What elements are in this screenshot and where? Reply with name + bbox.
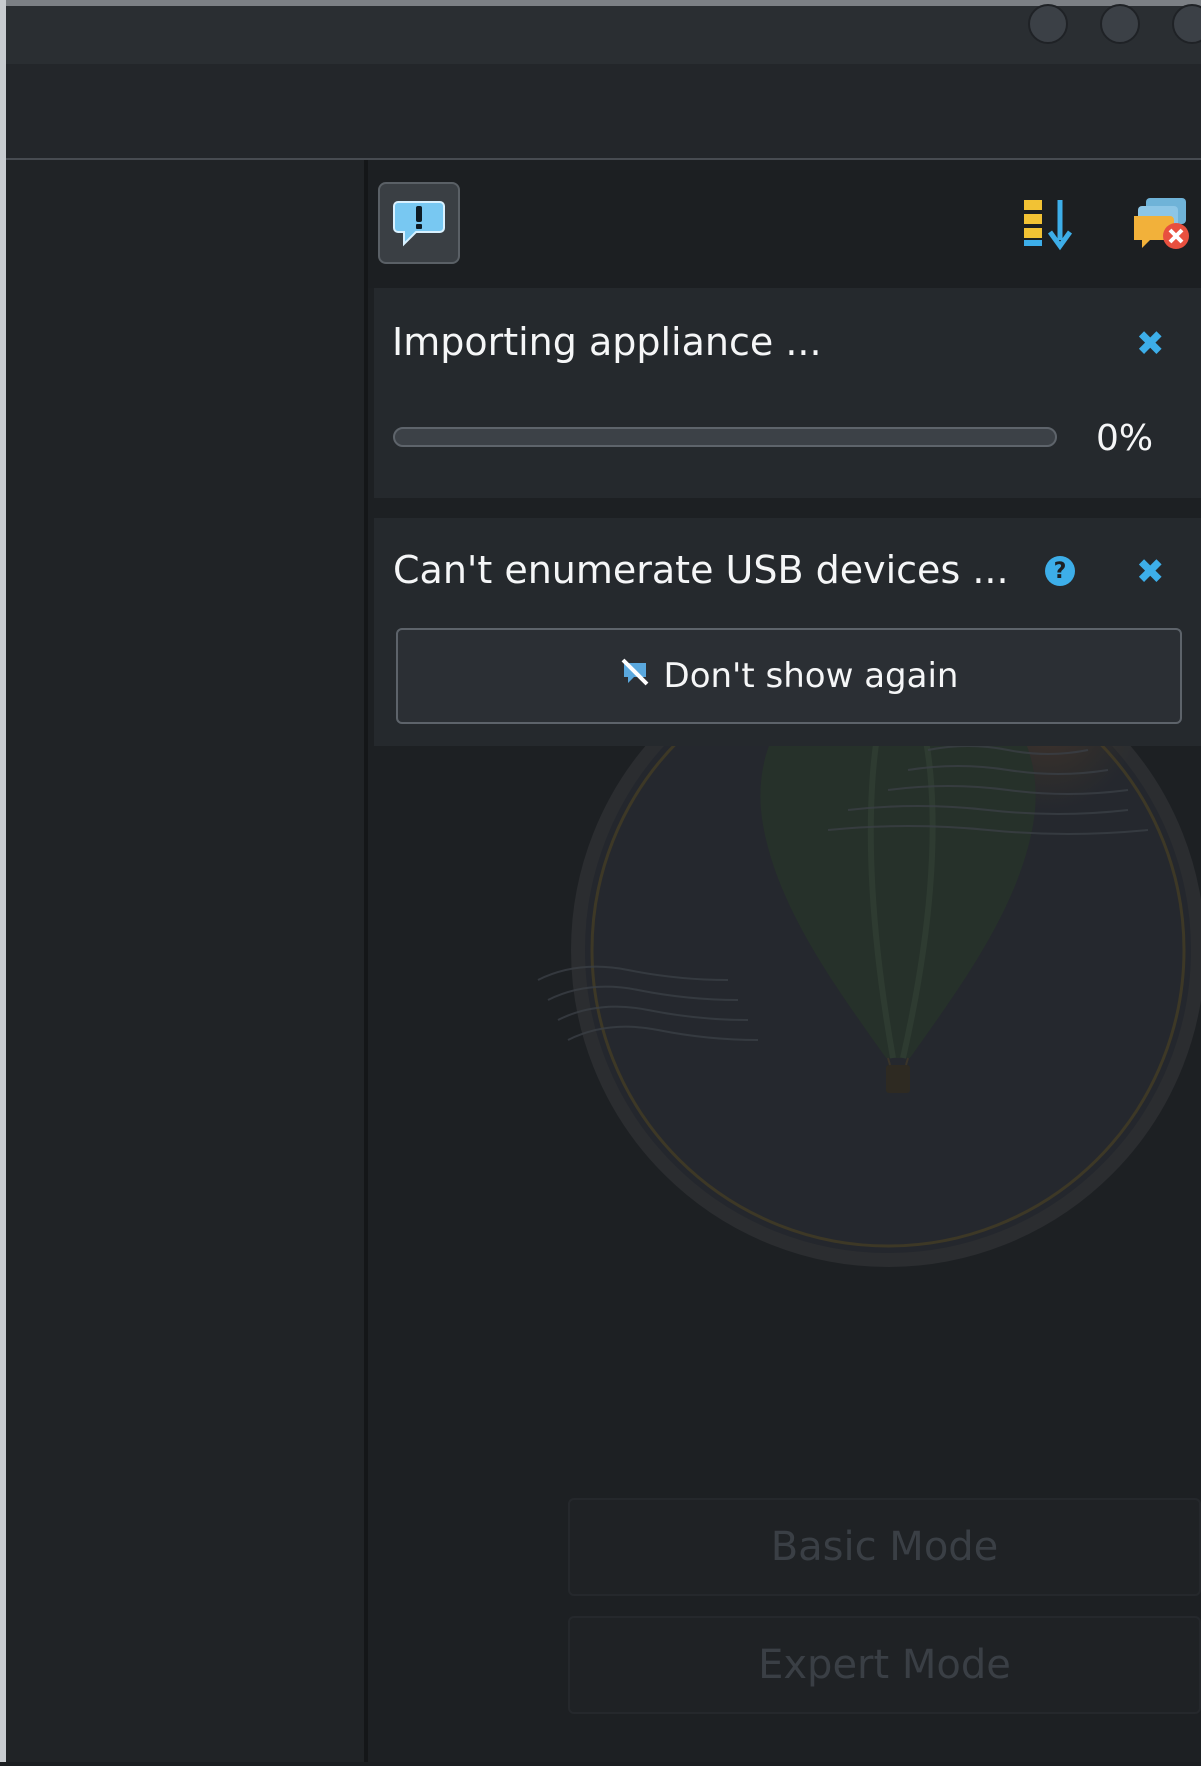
- close-notification-button[interactable]: ✖: [1136, 555, 1165, 589]
- main-toolbar: [0, 64, 1201, 160]
- dont-show-again-button[interactable]: Don't show again: [396, 628, 1182, 724]
- maximize-button[interactable]: [1100, 4, 1140, 44]
- expert-mode-button[interactable]: Expert Mode: [568, 1616, 1201, 1714]
- dismiss-all-icon: [1132, 198, 1192, 256]
- alert-bubble-icon: [392, 194, 446, 252]
- basic-mode-button[interactable]: Basic Mode: [568, 1498, 1201, 1596]
- dismiss-all-button[interactable]: [1132, 196, 1192, 256]
- progress-percent: 0%: [1096, 418, 1154, 459]
- close-notification-button[interactable]: ✖: [1136, 327, 1165, 361]
- minimize-button[interactable]: [1028, 4, 1068, 44]
- close-icon: ✖: [1136, 552, 1165, 592]
- import-progress-bar: [393, 427, 1057, 447]
- machine-list-pane[interactable]: [6, 160, 364, 1762]
- close-icon: ✖: [1136, 324, 1165, 364]
- notification-title: Can't enumerate USB devices ...: [393, 548, 1009, 592]
- expert-mode-label: Expert Mode: [758, 1642, 1011, 1688]
- no-popup-icon: [620, 656, 650, 696]
- notification-title: Importing appliance ...: [392, 320, 822, 364]
- help-icon[interactable]: ?: [1045, 556, 1075, 586]
- basic-mode-label: Basic Mode: [770, 1524, 999, 1570]
- sort-list-button[interactable]: [1022, 196, 1078, 256]
- dont-show-again-label: Don't show again: [663, 656, 959, 696]
- sort-list-icon: [1022, 200, 1078, 256]
- window-titlebar: [0, 0, 1201, 64]
- alert-toggle-button[interactable]: [378, 182, 460, 264]
